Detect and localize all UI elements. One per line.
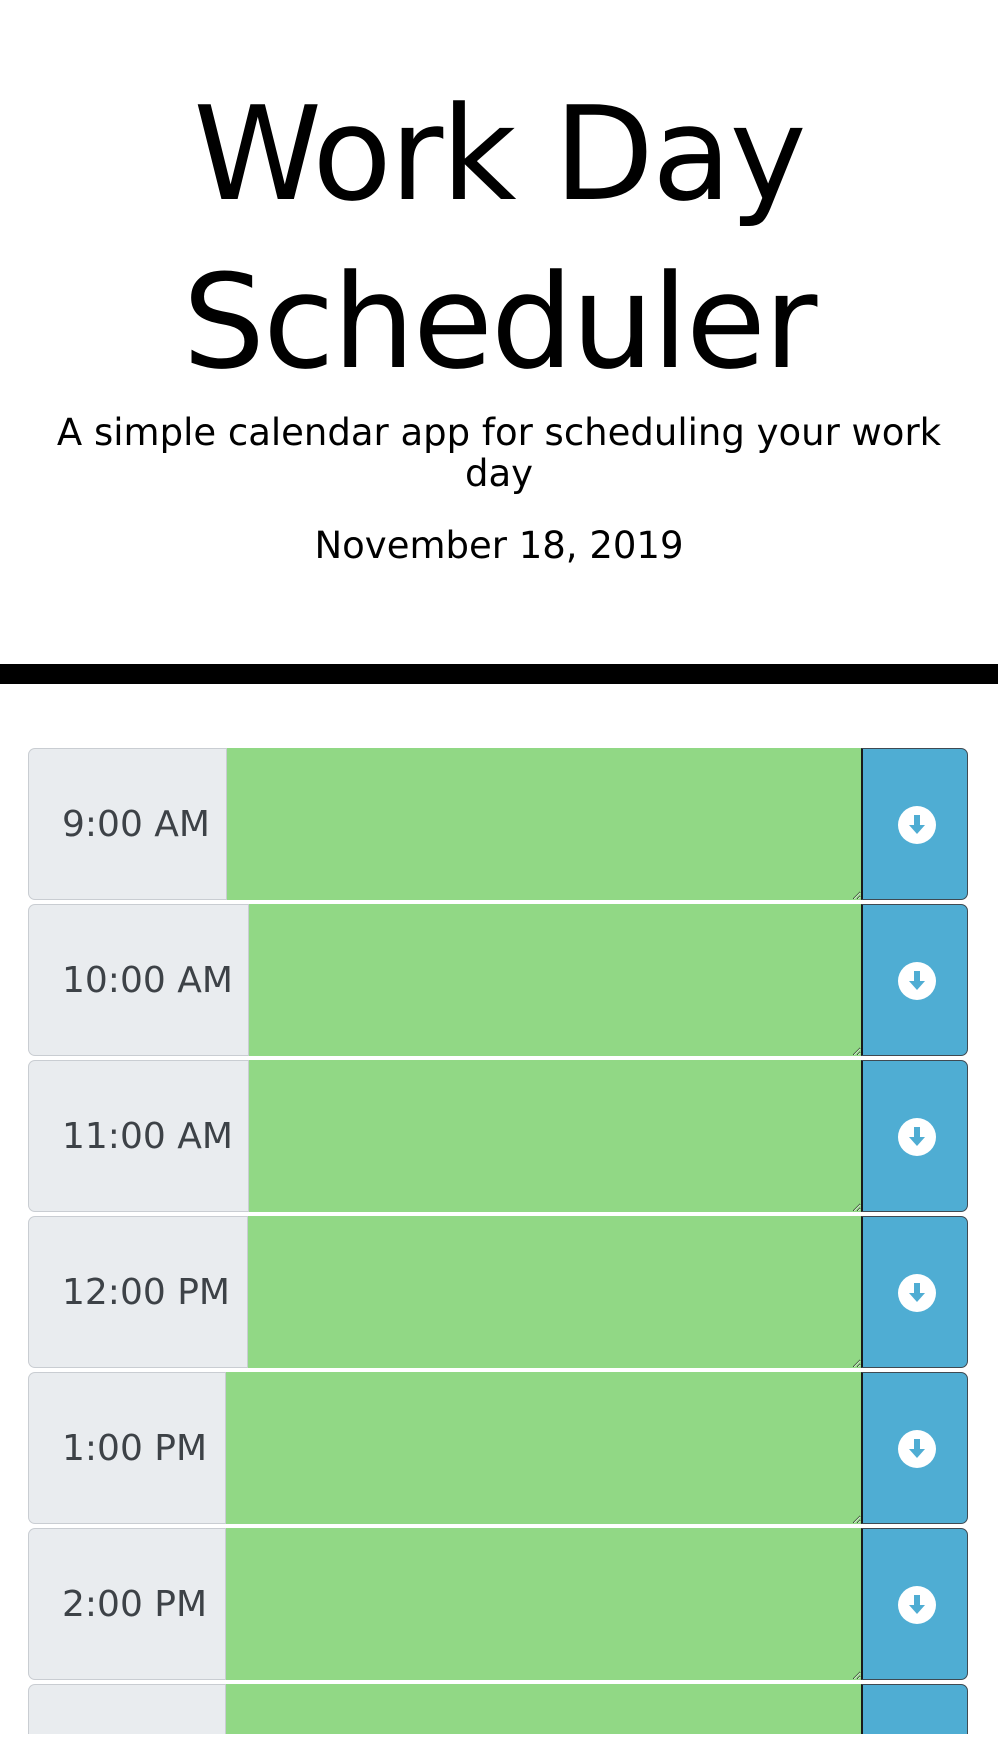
hour-label: 12:00 PM bbox=[28, 1216, 247, 1368]
event-textarea[interactable] bbox=[226, 748, 861, 900]
time-block-row bbox=[28, 1684, 968, 1734]
time-block-row: 1:00 PM bbox=[28, 1372, 968, 1526]
page-header: Work Day Scheduler A simple calendar app… bbox=[0, 0, 998, 664]
time-block-row: 10:00 AM bbox=[28, 904, 968, 1058]
page-subtitle: A simple calendar app for scheduling you… bbox=[56, 411, 942, 495]
download-circle-icon bbox=[898, 1274, 936, 1312]
event-textarea[interactable] bbox=[248, 904, 861, 1056]
time-block-row: 9:00 AM bbox=[28, 748, 968, 902]
download-circle-icon bbox=[898, 806, 936, 844]
save-button[interactable] bbox=[861, 904, 968, 1056]
hour-label: 1:00 PM bbox=[28, 1372, 225, 1524]
event-textarea[interactable] bbox=[225, 1528, 861, 1680]
save-button[interactable] bbox=[861, 1060, 968, 1212]
download-circle-icon bbox=[898, 962, 936, 1000]
download-circle-icon bbox=[898, 1586, 936, 1624]
event-textarea[interactable] bbox=[247, 1216, 861, 1368]
save-button[interactable] bbox=[861, 1216, 968, 1368]
time-block-row: 12:00 PM bbox=[28, 1216, 968, 1370]
hour-label: 10:00 AM bbox=[28, 904, 248, 1056]
time-block-list: 9:00 AM 10:00 AM 11:00 AM 12:00 PM 1:00 … bbox=[28, 748, 968, 1736]
save-button[interactable] bbox=[861, 1372, 968, 1524]
save-button[interactable] bbox=[861, 748, 968, 900]
hour-label: 11:00 AM bbox=[28, 1060, 248, 1212]
download-circle-icon bbox=[898, 1118, 936, 1156]
time-block-row: 2:00 PM bbox=[28, 1528, 968, 1682]
page-title: Work Day Scheduler bbox=[182, 78, 818, 398]
event-textarea[interactable] bbox=[248, 1060, 861, 1212]
download-circle-icon bbox=[898, 1430, 936, 1468]
current-date: November 18, 2019 bbox=[314, 524, 684, 567]
hour-label bbox=[28, 1684, 225, 1734]
header-divider bbox=[0, 664, 998, 684]
event-textarea[interactable] bbox=[225, 1372, 861, 1524]
save-button[interactable] bbox=[861, 1528, 968, 1680]
hour-label: 9:00 AM bbox=[28, 748, 226, 900]
time-block-row: 11:00 AM bbox=[28, 1060, 968, 1214]
save-button[interactable] bbox=[861, 1684, 968, 1734]
event-textarea[interactable] bbox=[225, 1684, 861, 1734]
hour-label: 2:00 PM bbox=[28, 1528, 225, 1680]
